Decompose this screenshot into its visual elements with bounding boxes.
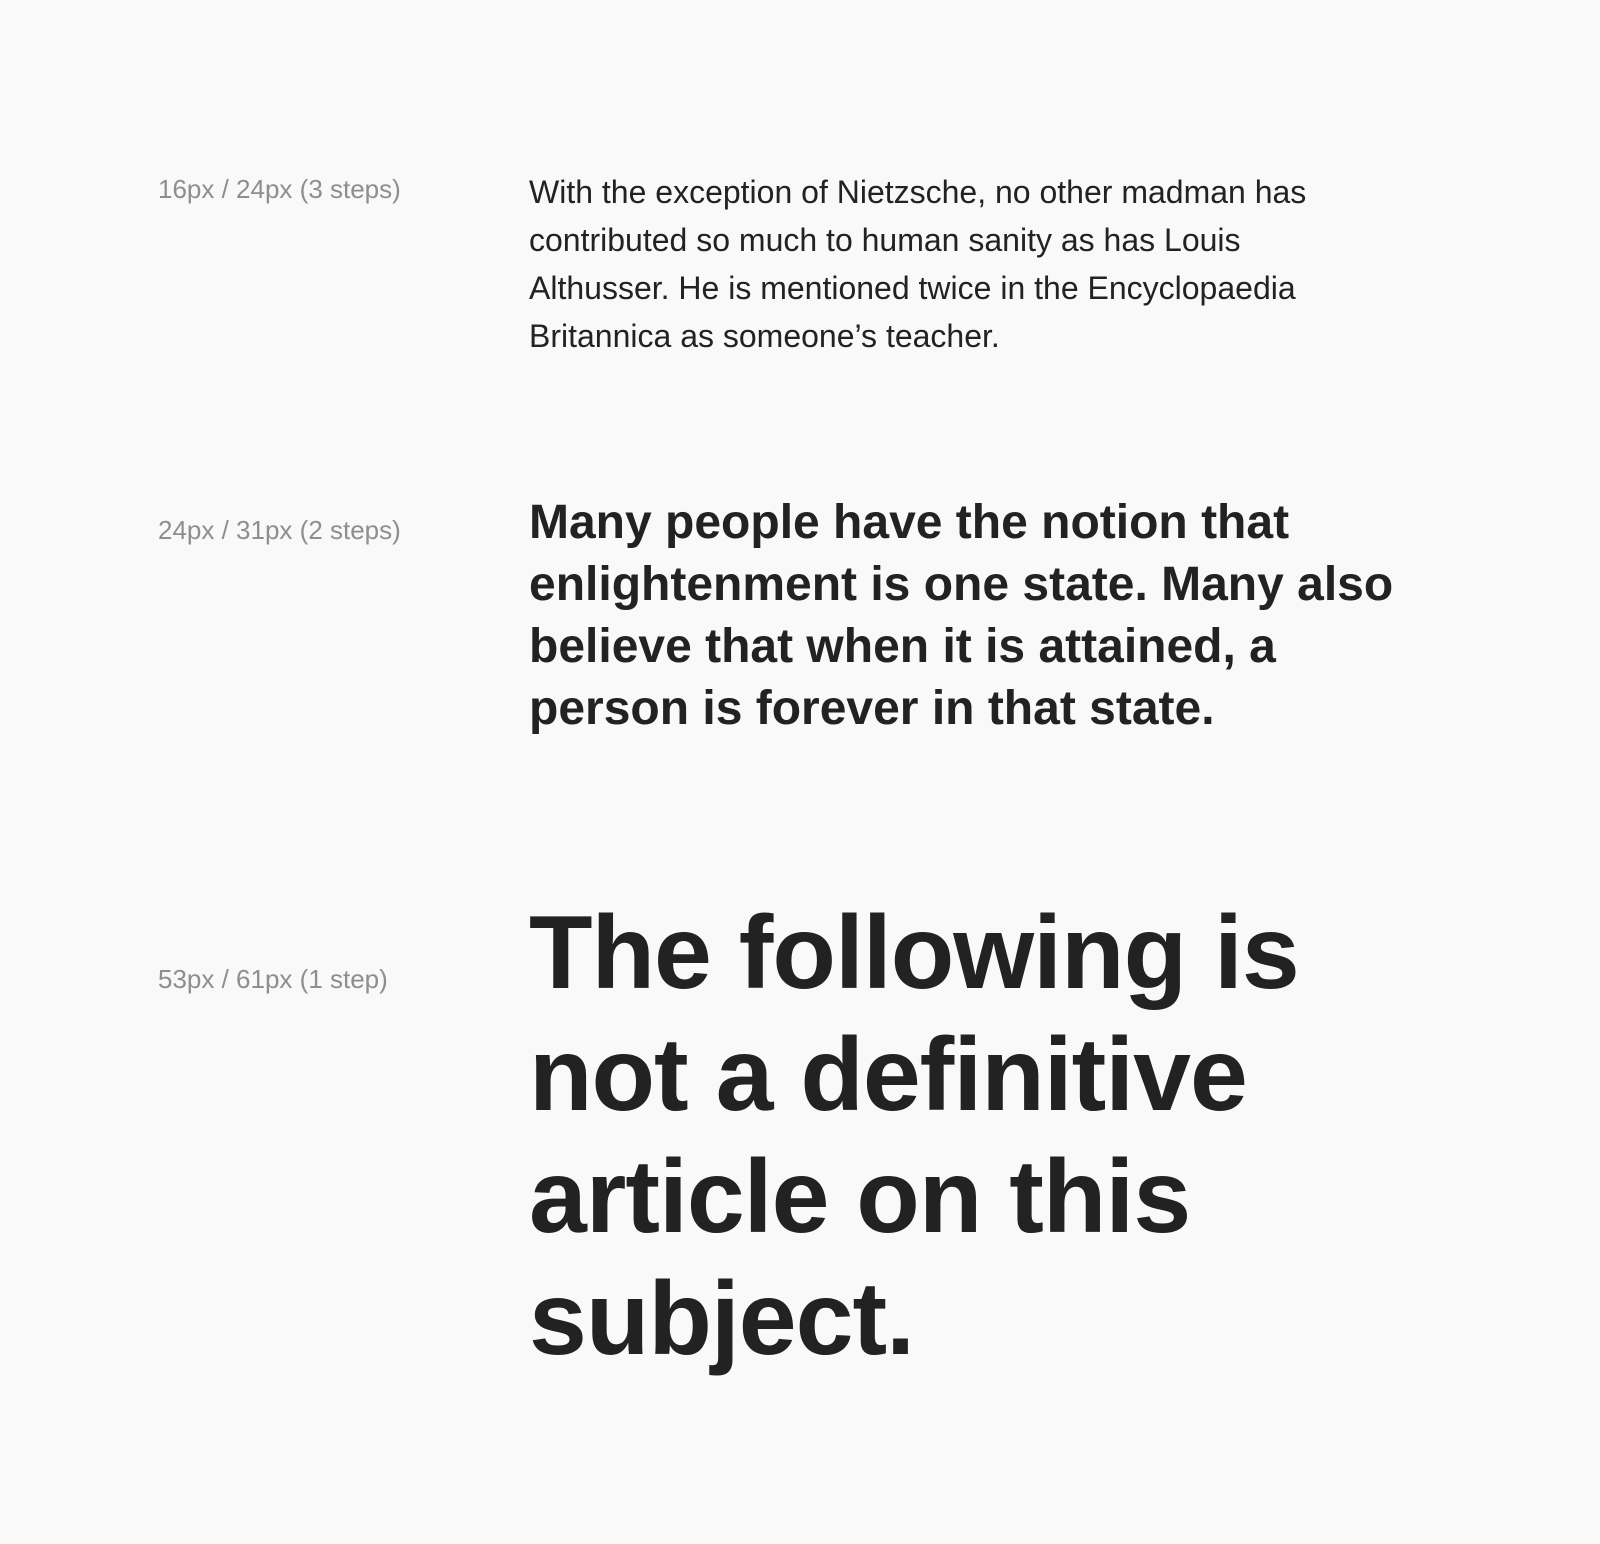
type-sample-subheading: Many people have the notion that enlight… — [529, 496, 1394, 735]
type-sample-heading: The following is not a definitive articl… — [529, 895, 1300, 1377]
type-scale-label: 16px / 24px (3 steps) — [158, 174, 401, 204]
type-scale-label: 53px / 61px (1 step) — [158, 964, 388, 994]
type-sample-body: With the exception of Nietzsche, no othe… — [529, 174, 1307, 354]
type-scale-label: 24px / 31px (2 steps) — [158, 515, 401, 545]
